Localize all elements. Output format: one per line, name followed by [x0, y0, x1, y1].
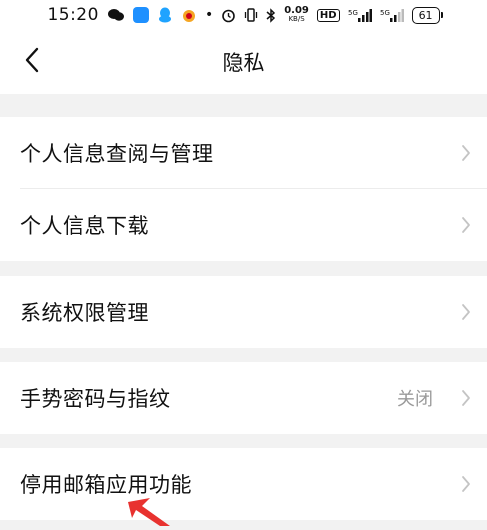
settings-row-system-permissions[interactable]: 系统权限管理 — [0, 276, 487, 348]
row-label: 个人信息查阅与管理 — [20, 142, 214, 166]
wechat-icon — [107, 8, 125, 22]
row-status-value: 关闭 — [397, 389, 433, 410]
signal-5g-icon-2: 5G — [380, 8, 404, 23]
settings-row-disable-mail-app-features[interactable]: 停用邮箱应用功能 — [0, 448, 487, 520]
chevron-right-icon — [459, 388, 473, 408]
svg-text:5G: 5G — [380, 9, 390, 17]
settings-group-disable-mail: 停用邮箱应用功能 — [0, 448, 487, 520]
row-label: 系统权限管理 — [20, 301, 149, 325]
header: 隐私 — [0, 30, 487, 94]
network-speed-value: 0.09 — [284, 5, 309, 16]
settings-group-personal-info: 个人信息查阅与管理 个人信息下载 — [0, 117, 487, 261]
row-label: 个人信息下载 — [20, 214, 149, 238]
app-notification-icon — [132, 7, 149, 23]
battery-indicator: 61 — [411, 6, 443, 24]
settings-group-system-permissions: 系统权限管理 — [0, 276, 487, 348]
signal-5g-icon-1: 5G — [348, 8, 372, 23]
chevron-right-icon — [459, 215, 473, 235]
vibrate-icon — [244, 8, 258, 22]
settings-row-personal-info-management[interactable]: 个人信息查阅与管理 — [0, 117, 487, 189]
dot-icon: • — [204, 7, 214, 23]
chevron-right-icon — [459, 474, 473, 494]
page-title: 隐私 — [222, 51, 265, 75]
row-label: 手势密码与指纹 — [20, 387, 171, 411]
network-speed: 0.09 KB/S — [284, 6, 309, 24]
qq-icon — [156, 7, 173, 23]
chevron-right-icon — [459, 143, 473, 163]
hd-badge: HD — [316, 8, 340, 22]
row-label: 停用邮箱应用功能 — [20, 473, 192, 497]
svg-text:5G: 5G — [348, 9, 358, 17]
chevron-right-icon — [459, 302, 473, 322]
settings-row-gesture-password-fingerprint[interactable]: 手势密码与指纹 关闭 — [0, 362, 487, 434]
status-time: 15:20 — [47, 5, 99, 25]
network-speed-unit: KB/S — [288, 15, 305, 23]
weibo-icon — [180, 7, 197, 23]
bluetooth-icon — [266, 7, 276, 23]
settings-group-gesture-fingerprint: 手势密码与指纹 关闭 — [0, 362, 487, 434]
settings-row-personal-info-download[interactable]: 个人信息下载 — [0, 189, 487, 261]
alarm-icon — [221, 8, 236, 23]
status-bar: 15:20 • 0.09 KB/S HD 5G 5G 61 — [0, 0, 487, 30]
